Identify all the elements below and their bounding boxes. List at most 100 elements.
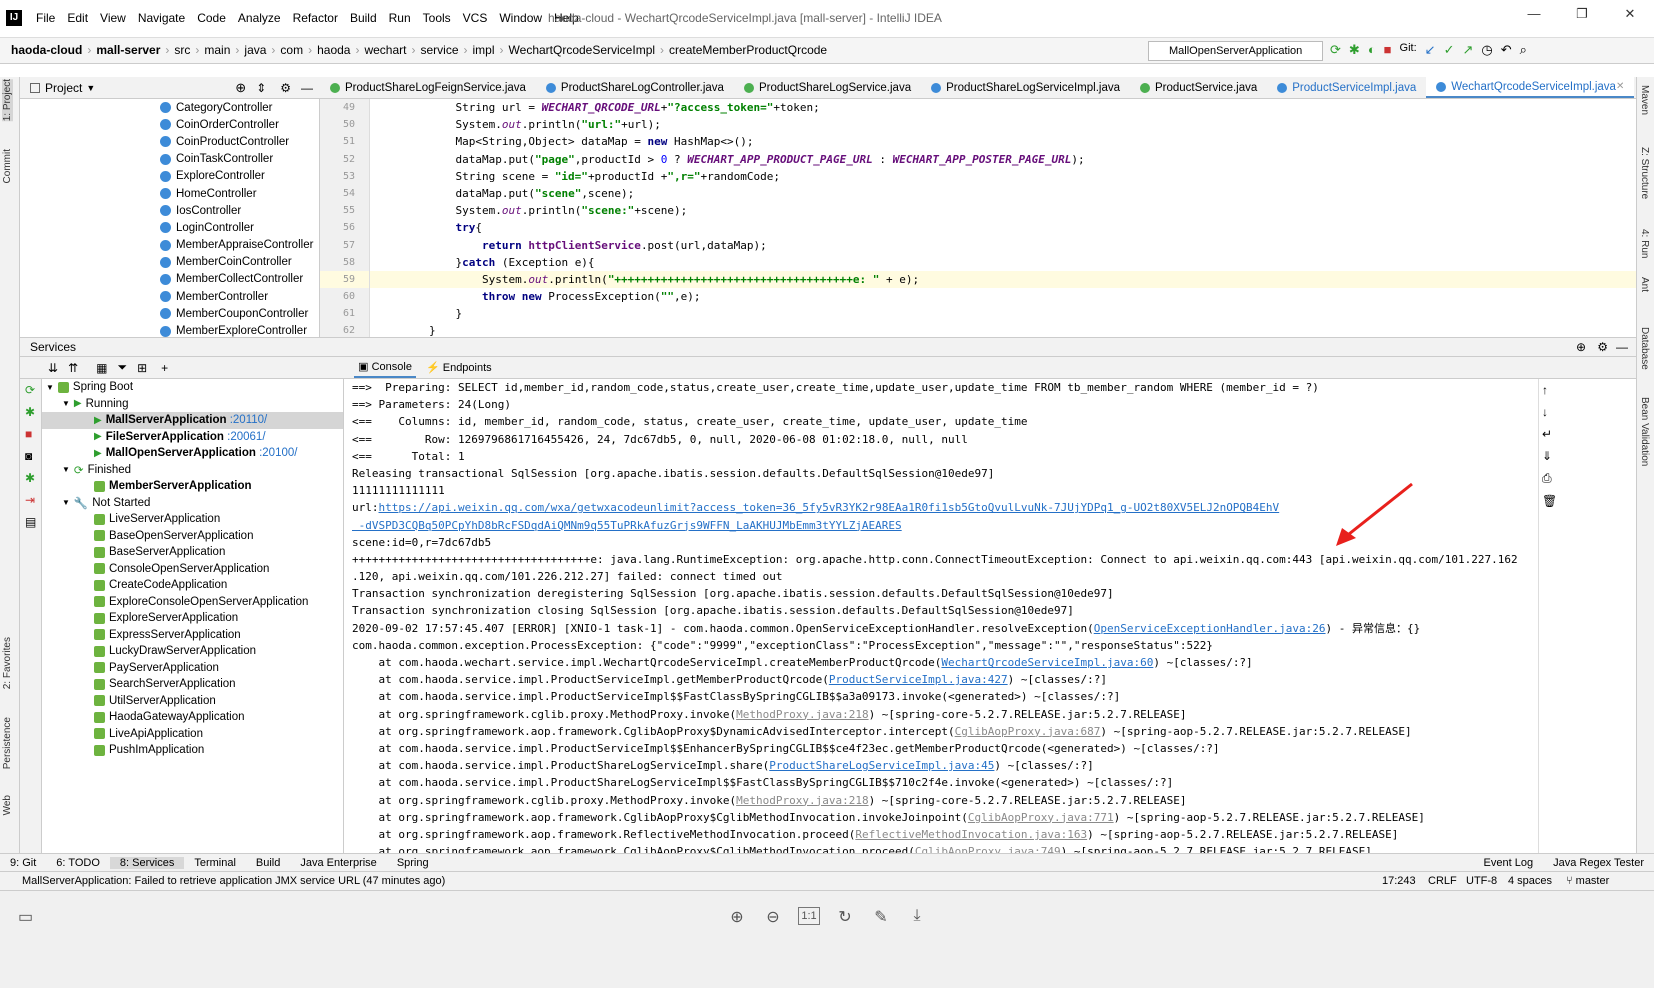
menu-item[interactable]: Code <box>191 11 232 25</box>
breadcrumb-item[interactable]: haoda <box>312 43 355 57</box>
project-tree-item[interactable]: CoinProductController <box>20 133 319 150</box>
rerun-icon[interactable]: ⟳ <box>20 379 41 401</box>
encoding[interactable]: UTF-8 <box>1466 875 1497 887</box>
close-tab-icon[interactable]: ✕ <box>1616 77 1624 98</box>
source-link[interactable]: ReflectiveMethodInvocation.java:163 <box>855 828 1087 841</box>
line-separator[interactable]: CRLF <box>1428 875 1457 887</box>
service-item[interactable]: LiveServerApplication <box>42 511 343 528</box>
service-item[interactable]: PushImApplication <box>42 742 343 759</box>
running-group[interactable]: ▼ ▶ Running <box>42 396 343 413</box>
project-tree-item[interactable]: MemberAppraiseController <box>20 237 319 254</box>
menu-item[interactable]: Window <box>493 11 548 25</box>
scroll-up-icon[interactable]: ↑ <box>1539 379 1556 401</box>
menu-item[interactable]: Tools <box>417 11 457 25</box>
commit-icon[interactable]: ✓ <box>1444 42 1455 58</box>
breadcrumb-item[interactable]: haoda-cloud <box>6 43 87 57</box>
tab-bean-validation[interactable]: Bean Validation <box>1639 397 1650 466</box>
project-tree-item[interactable]: HomeController <box>20 185 319 202</box>
project-tree-item[interactable]: LoginController <box>20 219 319 236</box>
new-tab-icon[interactable]: ⊞ <box>137 361 147 375</box>
project-tree-item[interactable]: ExploreController <box>20 168 319 185</box>
hide-icon[interactable]: — <box>301 81 313 95</box>
zoom-in-icon[interactable]: ⊕ <box>726 907 748 927</box>
service-item[interactable]: LiveApiApplication <box>42 726 343 743</box>
bottom-tab[interactable]: Build <box>246 857 290 869</box>
project-tree-item[interactable]: IosController <box>20 202 319 219</box>
menu-item[interactable]: Navigate <box>132 11 191 25</box>
bottom-tab[interactable]: Terminal <box>184 857 246 869</box>
wrap-icon[interactable]: ↵ <box>1539 423 1556 445</box>
service-item[interactable]: ▶ MallServerApplication :20110/ <box>42 412 343 429</box>
services-hide-icon[interactable]: — <box>1616 340 1628 354</box>
editor-tab[interactable]: WechartQrcodeServiceImpl.java ✕ <box>1426 77 1635 98</box>
edit-icon[interactable]: ✎ <box>870 907 892 927</box>
tab-run[interactable]: 4: Run <box>1639 229 1650 258</box>
close-button[interactable]: ✕ <box>1606 0 1654 28</box>
source-link[interactable]: WechartQrcodeServiceImpl.java:60 <box>941 656 1153 669</box>
git-branch[interactable]: ⑂ master <box>1566 875 1609 887</box>
breadcrumb-item[interactable]: src <box>169 43 195 57</box>
debug-icon[interactable]: ✱ <box>20 401 41 423</box>
breadcrumb-item[interactable]: wechart <box>359 43 411 57</box>
chevron-down-icon[interactable]: ▼ <box>86 83 95 93</box>
project-tree-item[interactable]: MemberCollectController <box>20 271 319 288</box>
menu-item[interactable]: Edit <box>61 11 94 25</box>
stop-icon[interactable]: ■ <box>1384 42 1392 58</box>
source-link[interactable]: CglibAopProxy.java:771 <box>968 811 1114 824</box>
service-item[interactable]: BaseOpenServerApplication <box>42 528 343 545</box>
service-item[interactable]: HaodaGatewayApplication <box>42 709 343 726</box>
debug-icon[interactable]: ✱ <box>1349 42 1360 58</box>
zoom-out-icon[interactable]: ⊖ <box>762 907 784 927</box>
tab-commit[interactable]: Commit <box>2 149 13 183</box>
filter-icon[interactable]: ⏷ <box>117 360 127 375</box>
menu-item[interactable]: Analyze <box>232 11 287 25</box>
code-editor[interactable]: String url = WECHART_QRCODE_URL+"?access… <box>370 99 1636 337</box>
console-output[interactable]: ==> Preparing: SELECT id,member_id,rando… <box>344 379 1538 853</box>
menu-item[interactable]: Refactor <box>287 11 344 25</box>
search-icon[interactable]: ⌕ <box>1520 42 1527 58</box>
bottom-tab[interactable]: 8: Services <box>109 856 185 869</box>
project-tree-item[interactable]: CoinOrderController <box>20 116 319 133</box>
download-icon[interactable]: ⤓ <box>906 907 928 927</box>
service-item[interactable]: MemberServerApplication <box>42 478 343 495</box>
actual-size-icon[interactable]: 1:1 <box>798 907 820 925</box>
bottom-tab[interactable]: 6: TODO <box>46 857 110 869</box>
editor-tab[interactable]: ProductShareLogFeignService.java <box>320 77 536 98</box>
breadcrumb-item[interactable]: impl <box>468 43 500 57</box>
service-item[interactable]: BaseServerApplication <box>42 544 343 561</box>
project-tree-item[interactable]: MemberExploreController <box>20 322 319 337</box>
stop-icon[interactable]: ■ <box>20 423 41 445</box>
tab-ant[interactable]: Ant <box>1639 277 1650 292</box>
menu-item[interactable]: VCS <box>457 11 494 25</box>
menu-item[interactable]: View <box>94 11 132 25</box>
history-icon[interactable]: ◷ <box>1481 42 1492 58</box>
breadcrumb-item[interactable]: createMemberProductQrcode <box>664 43 832 57</box>
service-item[interactable]: ExploreConsoleOpenServerApplication <box>42 594 343 611</box>
service-item[interactable]: ConsoleOpenServerApplication <box>42 561 343 578</box>
service-item[interactable]: CreateCodeApplication <box>42 577 343 594</box>
editor-tab[interactable]: ProductShareLogService.java <box>734 77 921 98</box>
service-item[interactable]: PayServerApplication <box>42 660 343 677</box>
breadcrumb-item[interactable]: com <box>275 43 308 57</box>
expand-all-icon[interactable]: ⇊ <box>48 361 58 375</box>
breadcrumb-item[interactable]: main <box>199 43 235 57</box>
bottom-tab[interactable]: Spring <box>387 857 439 869</box>
service-item[interactable]: ExpressServerApplication <box>42 627 343 644</box>
service-item[interactable]: ExploreServerApplication <box>42 610 343 627</box>
project-tree-item[interactable]: MemberCoinController <box>20 254 319 271</box>
url-link[interactable]: https://api.weixin.qq.com/wxa/getwxacode… <box>379 501 1280 514</box>
bottom-tab[interactable]: 9: Git <box>0 857 46 869</box>
exit-icon[interactable]: ⇥ <box>20 489 41 511</box>
endpoints-tab[interactable]: ⚡ Endpoints <box>426 361 492 374</box>
update-icon[interactable]: ↙ <box>1425 42 1436 58</box>
tab-favorites[interactable]: 2: Favorites <box>2 637 13 689</box>
tab-database[interactable]: Database <box>1639 327 1650 370</box>
services-gear-icon[interactable]: ⚙ <box>1597 340 1608 354</box>
source-link[interactable]: CglibAopProxy.java:749 <box>915 845 1061 853</box>
console-tab[interactable]: ▣ Console <box>354 357 416 378</box>
source-link[interactable]: MethodProxy.java:218 <box>736 794 868 807</box>
breadcrumb-item[interactable]: java <box>239 43 271 57</box>
breadcrumb-item[interactable]: mall-server <box>91 43 165 57</box>
project-tree-item[interactable]: MemberController <box>20 288 319 305</box>
scroll-end-icon[interactable]: ⇓ <box>1539 445 1556 467</box>
